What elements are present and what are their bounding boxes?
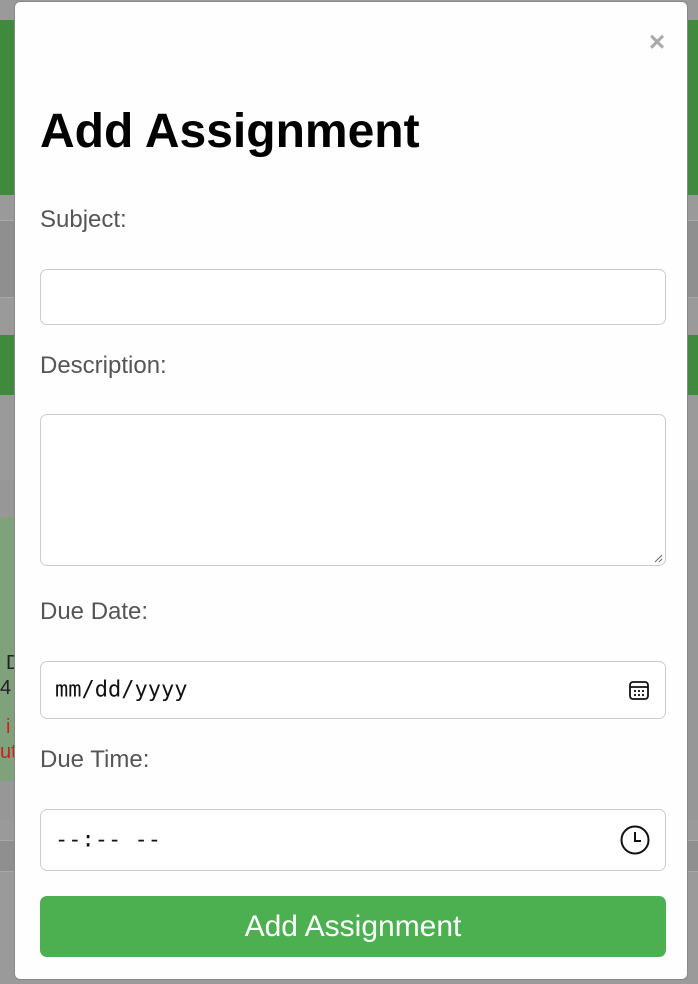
background-text-fragment: i [6,716,11,738]
subject-label: Subject: [40,206,127,233]
due-date-value: mm/dd/yyyy [55,677,188,703]
clock-icon[interactable] [619,824,651,856]
add-assignment-button[interactable]: Add Assignment [40,896,666,957]
modal-title: Add Assignment [40,105,420,158]
description-label: Description: [40,352,167,379]
due-time-input[interactable]: --:-- -- [40,809,666,871]
due-date-label: Due Date: [40,598,149,625]
due-time-label: Due Time: [40,746,150,773]
due-date-input[interactable]: mm/dd/yyyy [40,661,666,719]
resize-grip-icon[interactable] [653,553,663,563]
due-time-value: --:-- -- [55,827,161,853]
close-icon[interactable]: × [645,26,669,58]
add-assignment-modal: × Add Assignment Subject: Description: D… [14,1,688,980]
subject-input[interactable] [40,269,666,325]
description-textarea[interactable] [40,414,666,566]
background-text-fragment: 4 [0,677,12,699]
calendar-icon[interactable] [627,678,651,702]
